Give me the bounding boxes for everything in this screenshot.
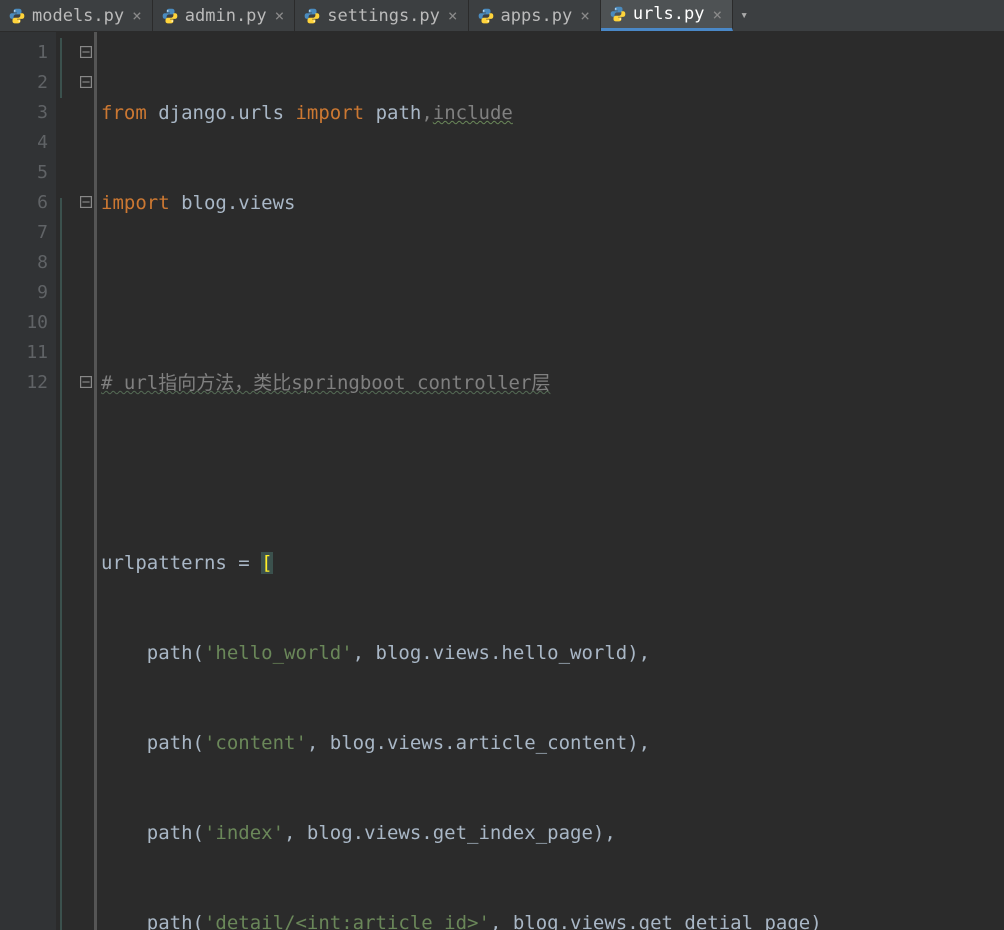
tab-label: urls.py bbox=[633, 4, 705, 24]
close-icon[interactable]: × bbox=[710, 5, 724, 24]
tab-urls[interactable]: urls.py × bbox=[601, 0, 733, 31]
code-line: path('index', blog.views.get_index_page)… bbox=[101, 818, 1004, 848]
code-line: # url指向方法，类比springboot controller层 bbox=[101, 368, 1004, 398]
python-file-icon bbox=[303, 7, 321, 25]
tab-label: admin.py bbox=[185, 6, 267, 26]
tab-label: apps.py bbox=[501, 6, 573, 26]
line-number: 5 bbox=[0, 158, 48, 188]
tab-apps[interactable]: apps.py × bbox=[469, 0, 601, 31]
fold-end-icon[interactable] bbox=[80, 68, 92, 98]
line-number: 10 bbox=[0, 308, 48, 338]
line-number: 6 bbox=[0, 188, 48, 218]
code-line: urlpatterns = [ bbox=[101, 548, 1004, 578]
code-editor[interactable]: 1 2 3 4 5 6 7 8 9 10 11 12 from django.u… bbox=[0, 32, 1004, 930]
line-number: 4 bbox=[0, 128, 48, 158]
tab-admin[interactable]: admin.py × bbox=[153, 0, 296, 31]
close-icon[interactable]: × bbox=[130, 6, 144, 25]
line-number: 7 bbox=[0, 218, 48, 248]
line-number: 8 bbox=[0, 248, 48, 278]
line-number: 12 bbox=[0, 368, 48, 398]
code-line: import blog.views bbox=[101, 188, 1004, 218]
fold-minus-icon[interactable] bbox=[80, 38, 92, 68]
code-line bbox=[101, 278, 1004, 308]
python-file-icon bbox=[477, 7, 495, 25]
editor-tabs: models.py × admin.py × settings.py × app… bbox=[0, 0, 1004, 32]
python-file-icon bbox=[161, 7, 179, 25]
close-icon[interactable]: × bbox=[273, 6, 287, 25]
fold-gutter bbox=[56, 32, 94, 930]
python-file-icon bbox=[8, 7, 26, 25]
line-number: 9 bbox=[0, 278, 48, 308]
chevron-down-icon: ▾ bbox=[740, 8, 748, 23]
code-line: from django.urls import path,include bbox=[101, 98, 1004, 128]
close-icon[interactable]: × bbox=[446, 6, 460, 25]
line-number: 11 bbox=[0, 338, 48, 368]
line-number: 1 bbox=[0, 38, 48, 68]
fold-end-icon[interactable] bbox=[80, 368, 92, 398]
line-number: 3 bbox=[0, 98, 48, 128]
close-icon[interactable]: × bbox=[578, 6, 592, 25]
tabs-overflow-button[interactable]: ▾ bbox=[733, 0, 755, 31]
line-number-gutter: 1 2 3 4 5 6 7 8 9 10 11 12 bbox=[0, 32, 56, 930]
fold-minus-icon[interactable] bbox=[80, 188, 92, 218]
python-file-icon bbox=[609, 5, 627, 23]
code-line bbox=[101, 458, 1004, 488]
tab-label: models.py bbox=[32, 6, 124, 26]
tab-settings[interactable]: settings.py × bbox=[295, 0, 468, 31]
code-line: path('hello_world', blog.views.hello_wor… bbox=[101, 638, 1004, 668]
tab-models[interactable]: models.py × bbox=[0, 0, 153, 31]
line-number: 2 bbox=[0, 68, 48, 98]
code-line: path('detail/<int:article_id>', blog.vie… bbox=[101, 908, 1004, 930]
code-line: path('content', blog.views.article_conte… bbox=[101, 728, 1004, 758]
tab-label: settings.py bbox=[327, 6, 440, 26]
code-area[interactable]: from django.urls import path,include imp… bbox=[94, 32, 1004, 930]
